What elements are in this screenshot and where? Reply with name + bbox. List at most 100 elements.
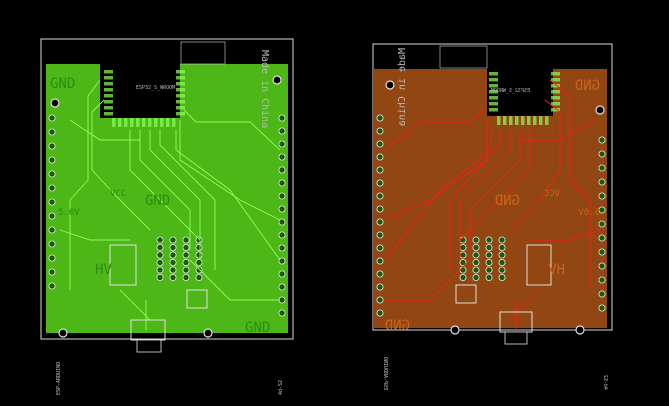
header-pin — [598, 262, 606, 270]
header-pin — [195, 266, 203, 274]
module-pad — [124, 118, 128, 127]
header-pin — [48, 142, 56, 150]
module-pad — [166, 118, 170, 127]
header-pin — [169, 243, 177, 251]
header-pin — [156, 243, 164, 251]
module-pad — [176, 82, 185, 86]
pcb-canvas: ESP32_S_WROOM GND GND GND VCC 5.0V HV Ma… — [40, 38, 613, 395]
header-pin — [169, 251, 177, 259]
header-pin — [278, 257, 286, 265]
header-pin — [485, 258, 493, 266]
header-pin — [376, 218, 384, 226]
header-pin — [195, 251, 203, 259]
module-pad — [551, 102, 560, 106]
header-pin — [376, 205, 384, 213]
module-pad — [545, 116, 549, 125]
header-pin — [48, 184, 56, 192]
module-pad — [160, 118, 164, 127]
module-pad — [489, 78, 498, 82]
vcc-label: VCC — [544, 189, 560, 199]
module-pad — [489, 102, 498, 106]
module-pad — [154, 118, 158, 127]
header-pin — [278, 283, 286, 291]
header-pin — [598, 164, 606, 172]
header-pin — [598, 136, 606, 144]
header-pin — [472, 251, 480, 259]
module-pad — [489, 108, 498, 112]
header-pin — [498, 251, 506, 259]
module-pad — [104, 88, 113, 92]
module-pad — [148, 118, 152, 127]
module-pad — [176, 70, 185, 74]
gnd-label: GND — [145, 193, 170, 209]
header-pin — [48, 212, 56, 220]
header-pin — [376, 114, 384, 122]
header-pin — [376, 296, 384, 304]
header-pin — [278, 127, 286, 135]
header-pin — [376, 179, 384, 187]
header-pin — [459, 273, 467, 281]
header-pin — [278, 166, 286, 174]
header-pin — [498, 258, 506, 266]
module-pad — [176, 76, 185, 80]
header-pin — [195, 243, 203, 251]
fabrication-label: Made in China — [259, 50, 270, 128]
gnd-label: GND — [495, 193, 520, 209]
module-pad — [136, 118, 140, 127]
module-pad — [142, 118, 146, 127]
header-pin — [48, 198, 56, 206]
header-pin — [485, 273, 493, 281]
module-pad — [551, 72, 560, 76]
module-pad — [533, 116, 537, 125]
header-pin — [376, 127, 384, 135]
board-edge-label: ESP-ARDUINO — [56, 362, 62, 395]
header-pin — [376, 257, 384, 265]
header-pin — [598, 220, 606, 228]
header-pin — [376, 283, 384, 291]
module-pad — [104, 94, 113, 98]
mounting-hole — [203, 328, 213, 338]
board-edge-label: 4d-S2 — [278, 380, 284, 395]
module-pad — [104, 76, 113, 80]
voltage-label: 5.0V — [58, 208, 80, 218]
header-pin — [48, 156, 56, 164]
antenna-area — [439, 45, 488, 69]
header-pin — [48, 254, 56, 262]
header-pin — [156, 236, 164, 244]
mounting-hole — [385, 80, 395, 90]
header-pin — [278, 114, 286, 122]
header-pin — [498, 273, 506, 281]
header-pin — [169, 258, 177, 266]
module-label: ESP32_S_WROOM — [136, 85, 175, 91]
mounting-hole — [58, 328, 68, 338]
module-pad — [539, 116, 543, 125]
header-pin — [278, 205, 286, 213]
header-pin — [598, 178, 606, 186]
header-pin — [156, 273, 164, 281]
header-pin — [278, 140, 286, 148]
gnd-label: GND — [245, 320, 270, 336]
header-pin — [278, 270, 286, 278]
header-pin — [182, 251, 190, 259]
header-pin — [48, 240, 56, 248]
module-pad — [112, 118, 116, 127]
module-pad — [104, 82, 113, 86]
mounting-hole — [450, 325, 460, 335]
header-pin — [598, 304, 606, 312]
header-pin — [195, 236, 203, 244]
module-pad — [176, 112, 185, 116]
voltage-label: 5.0V — [578, 208, 600, 218]
module-pad — [104, 106, 113, 110]
module-pad — [527, 116, 531, 125]
header-pin — [278, 192, 286, 200]
header-pin — [459, 266, 467, 274]
header-pin — [48, 114, 56, 122]
hv-label: HV — [95, 262, 112, 278]
header-pin — [598, 234, 606, 242]
header-pin — [459, 251, 467, 259]
module-pad — [521, 116, 525, 125]
header-pin — [485, 251, 493, 259]
header-pin — [48, 226, 56, 234]
module-pad — [104, 100, 113, 104]
header-pin — [48, 282, 56, 290]
